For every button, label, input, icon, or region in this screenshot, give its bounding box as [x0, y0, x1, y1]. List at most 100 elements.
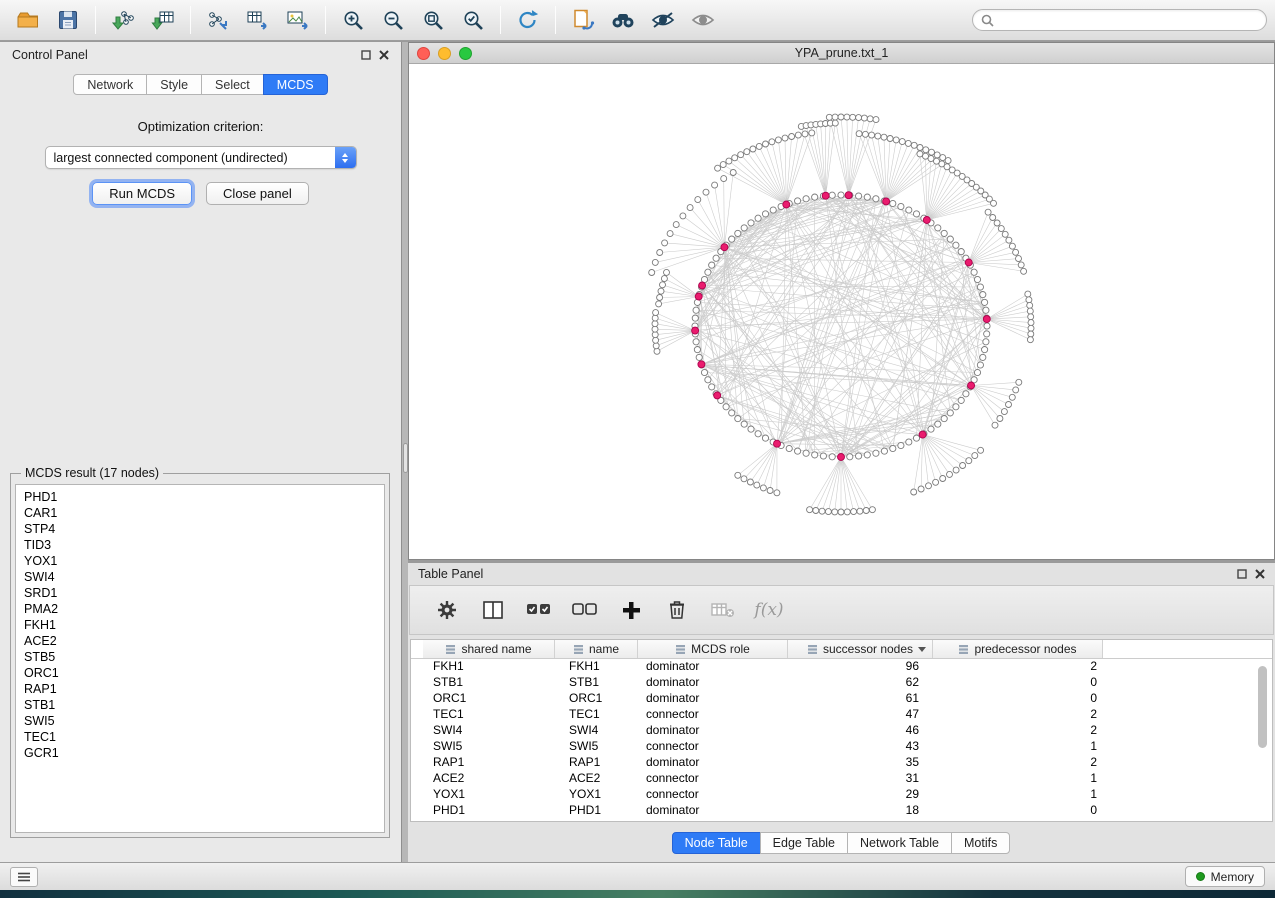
float-panel-icon[interactable] — [361, 50, 371, 60]
table-row[interactable]: TEC1 TEC1 connector 47 2 — [423, 707, 1272, 723]
column-header-shared-name[interactable]: shared name — [423, 640, 555, 658]
search-network-button[interactable] — [603, 3, 643, 37]
export-image-button[interactable] — [278, 3, 318, 37]
checked-boxes-icon — [526, 600, 552, 620]
save-session-button[interactable] — [48, 3, 88, 37]
open-folder-icon — [16, 9, 40, 31]
status-menu-button[interactable] — [10, 867, 38, 887]
mcds-result-item[interactable]: SWI5 — [24, 713, 384, 729]
open-session-button[interactable] — [8, 3, 48, 37]
mcds-result-item[interactable]: TID3 — [24, 537, 384, 553]
tab-style[interactable]: Style — [146, 74, 202, 95]
tab-edge-table[interactable]: Edge Table — [760, 832, 848, 854]
import-table-button[interactable] — [143, 3, 183, 37]
column-header-mcds-role[interactable]: MCDS role — [638, 640, 788, 658]
select-all-button[interactable] — [526, 597, 552, 623]
table-scrollbar-thumb[interactable] — [1258, 666, 1267, 748]
float-panel-icon[interactable] — [1237, 569, 1247, 579]
export-network-button[interactable] — [198, 3, 238, 37]
export-table-button[interactable] — [238, 3, 278, 37]
binoculars-icon — [610, 9, 636, 31]
main-toolbar — [0, 0, 1275, 41]
close-panel-icon[interactable] — [1255, 569, 1265, 579]
mcds-result-item[interactable]: YOX1 — [24, 553, 384, 569]
mcds-result-item[interactable]: CAR1 — [24, 505, 384, 521]
tab-node-table[interactable]: Node Table — [672, 832, 761, 854]
show-graphics-details-button[interactable] — [683, 3, 723, 37]
mcds-result-item[interactable]: STB5 — [24, 649, 384, 665]
memory-button[interactable]: Memory — [1185, 866, 1265, 887]
mcds-result-item[interactable]: SWI4 — [24, 569, 384, 585]
cell-successor-nodes: 46 — [788, 723, 933, 739]
close-panel-icon[interactable] — [379, 50, 389, 60]
cell-successor-nodes: 47 — [788, 707, 933, 723]
table-row[interactable]: SWI5 SWI5 connector 43 1 — [423, 739, 1272, 755]
hide-graphics-details-button[interactable] — [643, 3, 683, 37]
cell-predecessor-nodes: 1 — [933, 787, 1103, 803]
cell-mcds-role: dominator — [638, 659, 788, 675]
mcds-result-item[interactable]: ORC1 — [24, 665, 384, 681]
splitter-handle-icon[interactable] — [403, 443, 408, 473]
refresh-layout-button[interactable] — [508, 3, 548, 37]
mcds-result-item[interactable]: RAP1 — [24, 681, 384, 697]
mcds-result-item[interactable]: ACE2 — [24, 633, 384, 649]
memory-label: Memory — [1211, 870, 1254, 884]
table-row[interactable]: RAP1 RAP1 dominator 35 2 — [423, 755, 1272, 771]
mcds-result-item[interactable]: TEC1 — [24, 729, 384, 745]
export-table-icon — [246, 9, 270, 31]
cell-mcds-role: dominator — [638, 803, 788, 819]
import-network-button[interactable] — [103, 3, 143, 37]
optimization-criterion-select[interactable]: largest connected component (undirected) — [45, 146, 357, 169]
window-maximize-button[interactable] — [459, 47, 472, 60]
search-input[interactable] — [999, 13, 1258, 27]
table-settings-button[interactable] — [434, 597, 460, 623]
column-header-successor-nodes[interactable]: successor nodes — [788, 640, 933, 658]
run-mcds-button[interactable]: Run MCDS — [92, 182, 192, 205]
add-column-button[interactable] — [618, 597, 644, 623]
mcds-result-item[interactable]: STB1 — [24, 697, 384, 713]
network-canvas[interactable] — [409, 64, 1274, 559]
mcds-result-item[interactable]: PHD1 — [24, 489, 384, 505]
column-header-predecessor-nodes[interactable]: predecessor nodes — [933, 640, 1103, 658]
delete-column-button[interactable] — [664, 597, 690, 623]
mcds-result-item[interactable]: STP4 — [24, 521, 384, 537]
window-minimize-button[interactable] — [438, 47, 451, 60]
tab-motifs[interactable]: Motifs — [951, 832, 1010, 854]
tab-network[interactable]: Network — [73, 74, 147, 95]
show-columns-button[interactable] — [480, 597, 506, 623]
function-builder-button[interactable]: f(x) — [756, 597, 782, 623]
cell-shared-name: ORC1 — [423, 691, 555, 707]
table-tabs: Node Table Edge Table Network Table Moti… — [408, 832, 1275, 854]
cell-name: FKH1 — [555, 659, 638, 675]
zoom-out-button[interactable] — [373, 3, 413, 37]
delete-table-button[interactable] — [710, 597, 736, 623]
table-row[interactable]: ORC1 ORC1 dominator 61 0 — [423, 691, 1272, 707]
deselect-all-button[interactable] — [572, 597, 598, 623]
close-panel-button[interactable]: Close panel — [206, 182, 309, 205]
table-row[interactable]: PHD1 PHD1 dominator 18 0 — [423, 803, 1272, 819]
refresh-icon — [516, 8, 540, 32]
cell-successor-nodes: 29 — [788, 787, 933, 803]
table-row[interactable]: SWI4 SWI4 dominator 46 2 — [423, 723, 1272, 739]
zoom-selected-button[interactable] — [453, 3, 493, 37]
cell-name: TEC1 — [555, 707, 638, 723]
tab-mcds[interactable]: MCDS — [263, 74, 328, 95]
tab-select[interactable]: Select — [201, 74, 264, 95]
table-row[interactable]: ACE2 ACE2 connector 31 1 — [423, 771, 1272, 787]
table-row[interactable]: STB1 STB1 dominator 62 0 — [423, 675, 1272, 691]
window-close-button[interactable] — [417, 47, 430, 60]
mcds-result-item[interactable]: FKH1 — [24, 617, 384, 633]
zoom-fit-button[interactable] — [413, 3, 453, 37]
mcds-result-item[interactable]: GCR1 — [24, 745, 384, 761]
clone-network-button[interactable] — [563, 3, 603, 37]
save-icon — [57, 9, 79, 31]
mcds-result-item[interactable]: SRD1 — [24, 585, 384, 601]
mcds-result-item[interactable]: PMA2 — [24, 601, 384, 617]
sort-caret-icon — [918, 647, 926, 652]
tab-network-table[interactable]: Network Table — [847, 832, 952, 854]
table-row[interactable]: FKH1 FKH1 dominator 96 2 — [423, 659, 1272, 675]
table-row[interactable]: YOX1 YOX1 connector 29 1 — [423, 787, 1272, 803]
zoom-in-button[interactable] — [333, 3, 373, 37]
column-header-name[interactable]: name — [555, 640, 638, 658]
cell-name: SWI5 — [555, 739, 638, 755]
